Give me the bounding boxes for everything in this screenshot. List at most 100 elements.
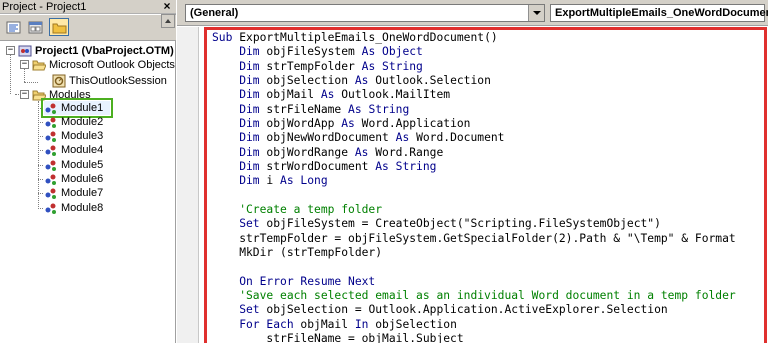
view-code-icon bbox=[6, 21, 21, 34]
view-code-button[interactable] bbox=[3, 18, 23, 36]
project-explorer-titlebar: Project - Project1 × bbox=[0, 0, 176, 14]
tree-node-module1[interactable]: Module1 bbox=[41, 98, 113, 118]
code-window: (General) ExportMultipleEmails_OneWordDo… bbox=[177, 0, 768, 343]
code-line[interactable] bbox=[212, 189, 736, 203]
tree-node-label: Module7 bbox=[61, 187, 104, 199]
folder-open-icon bbox=[32, 60, 46, 71]
scroll-up-button[interactable] bbox=[161, 14, 175, 28]
code-line[interactable]: Dim i As Long bbox=[212, 174, 736, 188]
code-text: strWordDocument bbox=[266, 159, 376, 173]
code-keyword: Dim bbox=[212, 59, 267, 73]
code-keyword: In bbox=[354, 317, 376, 331]
module-icon bbox=[45, 103, 56, 114]
tree-node-label: Modules bbox=[49, 89, 91, 101]
code-keyword: Dim bbox=[212, 145, 267, 159]
code-keyword: As String bbox=[375, 159, 437, 173]
code-text: Word.Application bbox=[361, 116, 471, 130]
module-icon bbox=[45, 188, 56, 199]
code-text: strTempFolder bbox=[266, 59, 362, 73]
code-comment: 'Create a temp folder bbox=[212, 202, 383, 216]
code-text: objWordRange bbox=[266, 145, 355, 159]
code-line[interactable]: Sub ExportMultipleEmails_OneWordDocument… bbox=[212, 31, 736, 45]
code-text: Word.Document bbox=[416, 131, 505, 145]
code-keyword: Dim bbox=[212, 102, 267, 116]
code-keyword: For Each bbox=[212, 317, 301, 331]
code-line[interactable]: Dim objMail As Outlook.MailItem bbox=[212, 88, 736, 102]
code-keyword: As bbox=[395, 131, 417, 145]
tree-node-label: Module8 bbox=[61, 202, 104, 214]
object-dropdown-value: (General) bbox=[190, 7, 239, 19]
project-explorer-title: Project - Project1 bbox=[2, 1, 87, 13]
tree-connector bbox=[38, 208, 43, 209]
chevron-down-icon[interactable] bbox=[528, 5, 544, 21]
code-line[interactable]: Dim objWordApp As Word.Application bbox=[212, 117, 736, 131]
code-text: ExportMultipleEmails_OneWordDocument() bbox=[239, 31, 498, 44]
object-dropdown[interactable]: (General) bbox=[185, 4, 545, 22]
project-expander[interactable]: − bbox=[6, 46, 15, 55]
code-text: strFileName = objMail.Subject bbox=[212, 331, 464, 343]
code-editor[interactable]: Sub ExportMultipleEmails_OneWordDocument… bbox=[212, 31, 736, 343]
code-text: objFileSystem = CreateObject("Scripting.… bbox=[266, 217, 661, 231]
code-line[interactable]: 'Save each selected email as an individu… bbox=[212, 289, 736, 303]
code-line[interactable]: For Each objMail In objSelection bbox=[212, 318, 736, 332]
code-text: objSelection bbox=[266, 73, 355, 87]
tree-connector bbox=[38, 165, 43, 166]
code-window-header: (General) ExportMultipleEmails_OneWordDo… bbox=[177, 0, 768, 26]
code-line[interactable]: strTempFolder = objFileSystem.GetSpecial… bbox=[212, 232, 736, 246]
code-line[interactable]: Dim strWordDocument As String bbox=[212, 160, 736, 174]
module-icon bbox=[45, 160, 56, 171]
code-keyword: Sub bbox=[212, 31, 240, 44]
code-text: objNewWordDocument bbox=[266, 131, 396, 145]
code-keyword: Dim bbox=[212, 116, 267, 130]
tree-connector bbox=[24, 68, 25, 82]
code-keyword: Dim bbox=[212, 73, 267, 87]
project-explorer-toolbar bbox=[0, 15, 176, 41]
folder-open-icon bbox=[32, 90, 46, 101]
code-keyword: As String bbox=[348, 102, 410, 116]
code-keyword: As Object bbox=[361, 45, 423, 59]
code-line[interactable]: MkDir (strTempFolder) bbox=[212, 246, 736, 260]
toggle-folders-button[interactable] bbox=[49, 18, 69, 36]
code-line[interactable]: Set objFileSystem = CreateObject("Script… bbox=[212, 217, 736, 231]
code-text: objSelection bbox=[375, 317, 457, 331]
code-line[interactable]: Dim objSelection As Outlook.Selection bbox=[212, 74, 736, 88]
project-explorer-pane: Project - Project1 × − Project1 (VbaProj… bbox=[0, 0, 176, 343]
code-text: objMail bbox=[300, 317, 355, 331]
code-keyword: Set bbox=[212, 217, 267, 231]
code-margin-indicator-bar[interactable] bbox=[177, 27, 199, 343]
modules-expander[interactable]: − bbox=[20, 90, 29, 99]
code-line[interactable]: strFileName = objMail.Subject bbox=[212, 332, 736, 343]
code-line[interactable]: Dim objFileSystem As Object bbox=[212, 45, 736, 59]
code-keyword: As Long bbox=[280, 174, 328, 188]
tree-node-label: Module3 bbox=[61, 130, 104, 142]
procedure-dropdown[interactable]: ExportMultipleEmails_OneWordDocument bbox=[550, 4, 768, 22]
code-line[interactable] bbox=[212, 260, 736, 274]
code-line[interactable]: Dim strFileName As String bbox=[212, 103, 736, 117]
code-line[interactable]: Dim objNewWordDocument As Word.Document bbox=[212, 131, 736, 145]
tree-connector bbox=[24, 82, 38, 83]
tree-node-label: Module4 bbox=[61, 144, 104, 156]
view-object-button[interactable] bbox=[25, 18, 45, 36]
module-icon bbox=[45, 117, 56, 128]
tree-node-label: Module5 bbox=[61, 159, 104, 171]
close-icon[interactable]: × bbox=[161, 0, 173, 12]
code-line[interactable]: On Error Resume Next bbox=[212, 275, 736, 289]
code-text: objSelection = Outlook.Application.Activ… bbox=[266, 303, 668, 317]
code-keyword: Dim bbox=[212, 88, 267, 102]
code-keyword: Set bbox=[212, 303, 267, 317]
code-text: strFileName bbox=[266, 102, 349, 116]
code-line[interactable]: Dim objWordRange As Word.Range bbox=[212, 146, 736, 160]
code-keyword: As bbox=[341, 116, 362, 130]
code-comment: 'Save each selected email as an individu… bbox=[212, 288, 736, 302]
code-keyword: As String bbox=[361, 59, 423, 73]
code-line[interactable]: Dim strTempFolder As String bbox=[212, 60, 736, 74]
view-object-icon bbox=[28, 21, 43, 34]
outlook-objects-expander[interactable]: − bbox=[20, 60, 29, 69]
code-text: objWordApp bbox=[266, 116, 342, 130]
tree-connector bbox=[10, 54, 11, 94]
code-line[interactable]: 'Create a temp folder bbox=[212, 203, 736, 217]
tree-connector bbox=[38, 179, 43, 180]
code-line[interactable]: Set objSelection = Outlook.Application.A… bbox=[212, 303, 736, 317]
code-keyword: Dim bbox=[212, 174, 267, 188]
tree-connector bbox=[38, 122, 43, 123]
